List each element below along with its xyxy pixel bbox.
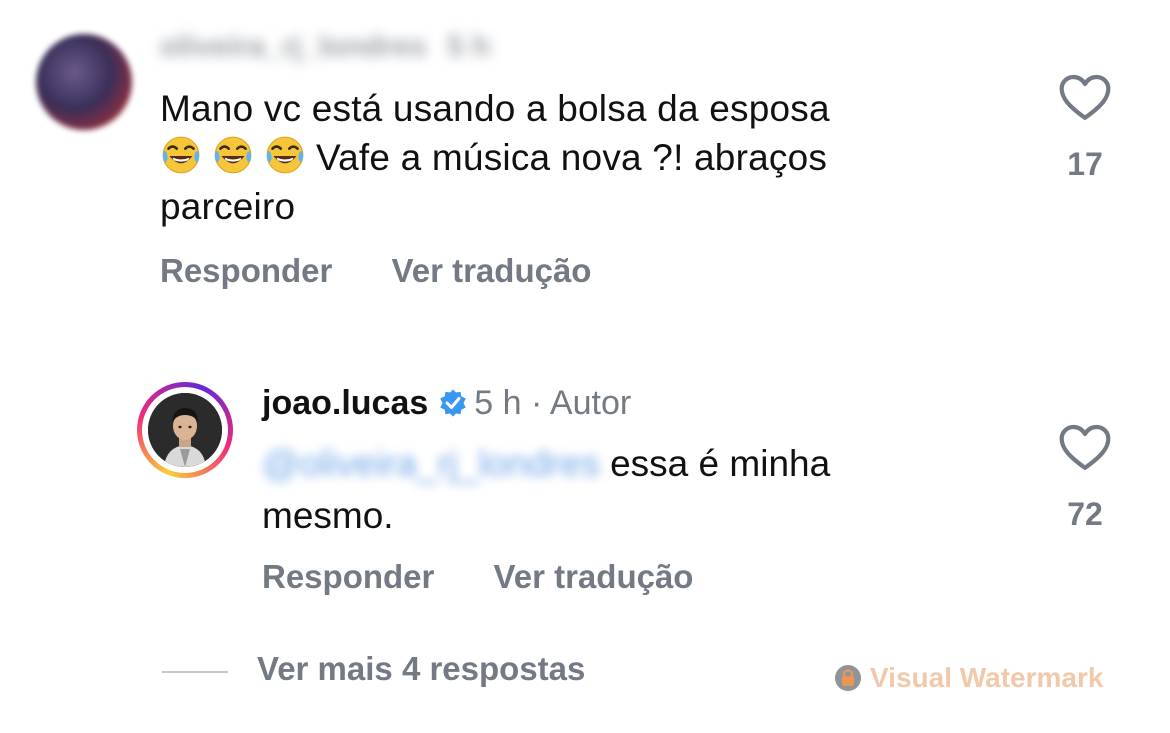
comment-text-line1: Mano vc está usando a bolsa da esposa (160, 88, 830, 129)
meta-separator: · (531, 384, 543, 422)
like-count: 17 (1067, 146, 1103, 182)
reply-actions: Responder Ver tradução (262, 558, 743, 596)
reply-text: @oliveira_rj_londres essa é minha mesmo. (262, 438, 1002, 542)
tears-of-joy-emoji (214, 136, 252, 174)
commenter-username-blurred[interactable]: oliveira_rj_londres 5 h (160, 30, 491, 64)
author-header: joao.lucas 5 h · Autor (262, 384, 631, 423)
comment-text-line3: parceiro (160, 186, 296, 227)
translate-button[interactable]: Ver tradução (494, 558, 694, 595)
author-photo (148, 393, 222, 467)
commenter-username[interactable]: oliveira_rj_londres (160, 30, 427, 63)
comment-text: Mano vc está usando a bolsa da esposa Va… (160, 84, 990, 231)
verified-badge-icon (440, 389, 467, 417)
reply-text-line2: mesmo. (262, 495, 394, 536)
comment-time: 5 h (474, 384, 522, 422)
author-avatar[interactable] (148, 393, 222, 467)
comment-actions: Responder Ver tradução (160, 252, 641, 290)
view-more-replies-button[interactable]: Ver mais 4 respostas (257, 650, 585, 688)
mention-link[interactable]: @oliveira_rj_londres (262, 443, 600, 484)
like-count: 72 (1067, 496, 1103, 532)
reply-text-line1: essa é minha (610, 443, 831, 484)
heart-outline-icon[interactable] (1057, 70, 1113, 126)
heart-outline-icon[interactable] (1057, 420, 1113, 476)
view-more-divider (162, 671, 228, 673)
translate-button[interactable]: Ver tradução (392, 252, 592, 289)
tears-of-joy-emoji (162, 136, 200, 174)
comment-time: 5 h (447, 30, 491, 63)
watermark-text: Visual Watermark (870, 662, 1104, 693)
tears-of-joy-emoji (266, 136, 304, 174)
commenter-avatar[interactable] (36, 34, 132, 130)
watermark: Visual Watermark (834, 662, 1103, 694)
reply-button[interactable]: Responder (262, 558, 434, 595)
lock-icon (835, 665, 861, 691)
author-label: Autor (549, 384, 632, 422)
reply-button[interactable]: Responder (160, 252, 332, 289)
author-username[interactable]: joao.lucas (262, 384, 428, 422)
comment-text-line2: Vafe a música nova ?! abraços (316, 137, 828, 178)
